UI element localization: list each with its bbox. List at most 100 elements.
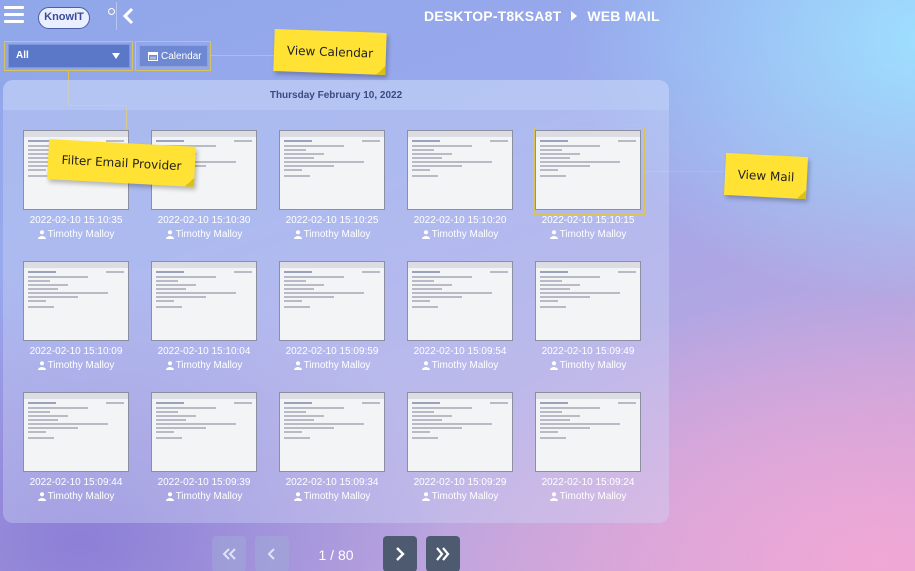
calendar-label: Calendar: [161, 50, 202, 62]
mail-timestamp: 2022-02-10 15:10:15: [541, 215, 635, 226]
user-icon: [165, 492, 174, 501]
breadcrumb-web-mail: WEB MAIL: [587, 8, 660, 24]
status-dot-icon: [108, 8, 115, 15]
mail-screenshot-thumbnail[interactable]: [151, 392, 257, 472]
mail-user-name: Timothy Malloy: [303, 360, 371, 371]
mail-user: Timothy Malloy: [397, 229, 523, 240]
mail-timestamp: 2022-02-10 15:10:04: [157, 346, 251, 357]
user-icon: [549, 492, 558, 501]
mail-user: Timothy Malloy: [13, 360, 139, 371]
chevron-left-icon: [267, 548, 275, 560]
mail-user-name: Timothy Malloy: [303, 229, 371, 240]
mail-screenshot-thumbnail[interactable]: [279, 130, 385, 210]
user-icon: [421, 361, 430, 370]
user-icon: [293, 230, 302, 239]
mail-screenshot-thumbnail[interactable]: [535, 261, 641, 341]
mail-user-name: Timothy Malloy: [559, 360, 627, 371]
mail-user-name: Timothy Malloy: [47, 229, 115, 240]
calendar-button[interactable]: Calendar: [139, 45, 208, 67]
mail-user: Timothy Malloy: [141, 491, 267, 502]
mail-screenshot-thumbnail[interactable]: [279, 392, 385, 472]
breadcrumb-computer[interactable]: DESKTOP-T8KSA8T: [424, 8, 561, 24]
mail-timestamp: 2022-02-10 15:09:39: [157, 477, 251, 488]
user-icon: [165, 230, 174, 239]
mail-user: Timothy Malloy: [525, 360, 651, 371]
previous-page-button[interactable]: [255, 536, 289, 571]
mail-user-name: Timothy Malloy: [431, 491, 499, 502]
mail-user-name: Timothy Malloy: [559, 229, 627, 240]
mail-screenshot-thumbnail[interactable]: [23, 392, 129, 472]
back-button[interactable]: [116, 2, 142, 30]
next-page-button[interactable]: [383, 536, 417, 571]
mail-user: Timothy Malloy: [141, 360, 267, 371]
email-provider-filter-select[interactable]: All: [8, 44, 130, 68]
calendar-icon: [148, 52, 158, 61]
mail-user-name: Timothy Malloy: [47, 491, 115, 502]
mail-user-name: Timothy Malloy: [47, 360, 115, 371]
mail-timestamp: 2022-02-10 15:10:25: [285, 215, 379, 226]
user-icon: [421, 230, 430, 239]
mail-user: Timothy Malloy: [269, 360, 395, 371]
mail-screenshot-thumbnail[interactable]: [407, 261, 513, 341]
mail-screenshot-thumbnail[interactable]: [535, 392, 641, 472]
hamburger-menu-icon[interactable]: [4, 6, 24, 24]
mail-timestamp: 2022-02-10 15:09:24: [541, 477, 635, 488]
mail-timestamp: 2022-02-10 15:09:29: [413, 477, 507, 488]
mail-screenshot-thumbnail[interactable]: [151, 261, 257, 341]
mail-user: Timothy Malloy: [141, 229, 267, 240]
page-indicator: 1 / 80: [318, 547, 354, 563]
user-icon: [549, 230, 558, 239]
mail-timestamp: 2022-02-10 15:10:35: [29, 215, 123, 226]
top-bar: KnowIT DESKTOP-T8KSA8T WEB MAIL: [0, 0, 915, 33]
mail-user: Timothy Malloy: [269, 491, 395, 502]
last-page-button[interactable]: [426, 536, 460, 571]
chevron-right-icon: [396, 547, 405, 561]
mail-screenshot-thumbnail[interactable]: [279, 261, 385, 341]
view-calendar-callout: View Calendar: [273, 29, 387, 75]
double-chevron-left-icon: [222, 548, 236, 560]
mail-user: Timothy Malloy: [397, 491, 523, 502]
breadcrumb: DESKTOP-T8KSA8T WEB MAIL: [424, 8, 660, 24]
mail-user-name: Timothy Malloy: [431, 360, 499, 371]
user-icon: [37, 492, 46, 501]
mail-user: Timothy Malloy: [525, 491, 651, 502]
mail-screenshot-thumbnail[interactable]: [23, 261, 129, 341]
mail-user-name: Timothy Malloy: [431, 229, 499, 240]
user-icon: [293, 361, 302, 370]
mail-timestamp: 2022-02-10 15:09:59: [285, 346, 379, 357]
mail-timestamp: 2022-02-10 15:09:49: [541, 346, 635, 357]
chevron-left-icon: [122, 7, 134, 25]
mail-screenshot-thumbnail[interactable]: [407, 392, 513, 472]
mail-user-name: Timothy Malloy: [559, 491, 627, 502]
user-icon: [37, 230, 46, 239]
mail-timestamp: 2022-02-10 15:10:09: [29, 346, 123, 357]
mail-timestamp: 2022-02-10 15:10:30: [157, 215, 251, 226]
user-icon: [421, 492, 430, 501]
mail-screenshot-thumbnail[interactable]: [407, 130, 513, 210]
view-mail-highlight: [534, 127, 645, 215]
breadcrumb-arrow-icon: [571, 11, 578, 21]
mail-user-name: Timothy Malloy: [303, 491, 371, 502]
mail-user-name: Timothy Malloy: [175, 491, 243, 502]
mail-user: Timothy Malloy: [269, 229, 395, 240]
user-icon: [37, 361, 46, 370]
mail-timestamp: 2022-02-10 15:09:34: [285, 477, 379, 488]
callout-text: View Mail: [737, 167, 795, 185]
callout-text: Filter Email Provider: [61, 152, 182, 174]
mail-user-name: Timothy Malloy: [175, 229, 243, 240]
user-icon: [165, 361, 174, 370]
user-icon: [549, 361, 558, 370]
caret-down-icon: [112, 53, 120, 59]
mail-timestamp: 2022-02-10 15:10:20: [413, 215, 507, 226]
mail-user: Timothy Malloy: [13, 491, 139, 502]
view-mail-callout: View Mail: [723, 152, 809, 200]
mail-user: Timothy Malloy: [13, 229, 139, 240]
mail-user: Timothy Malloy: [397, 360, 523, 371]
mail-user-name: Timothy Malloy: [175, 360, 243, 371]
knowit-logo: KnowIT: [38, 7, 90, 29]
user-icon: [293, 492, 302, 501]
filter-selected-value: All: [16, 50, 29, 61]
double-chevron-right-icon: [436, 547, 450, 561]
callout-line: [211, 55, 275, 56]
first-page-button[interactable]: [212, 536, 246, 571]
